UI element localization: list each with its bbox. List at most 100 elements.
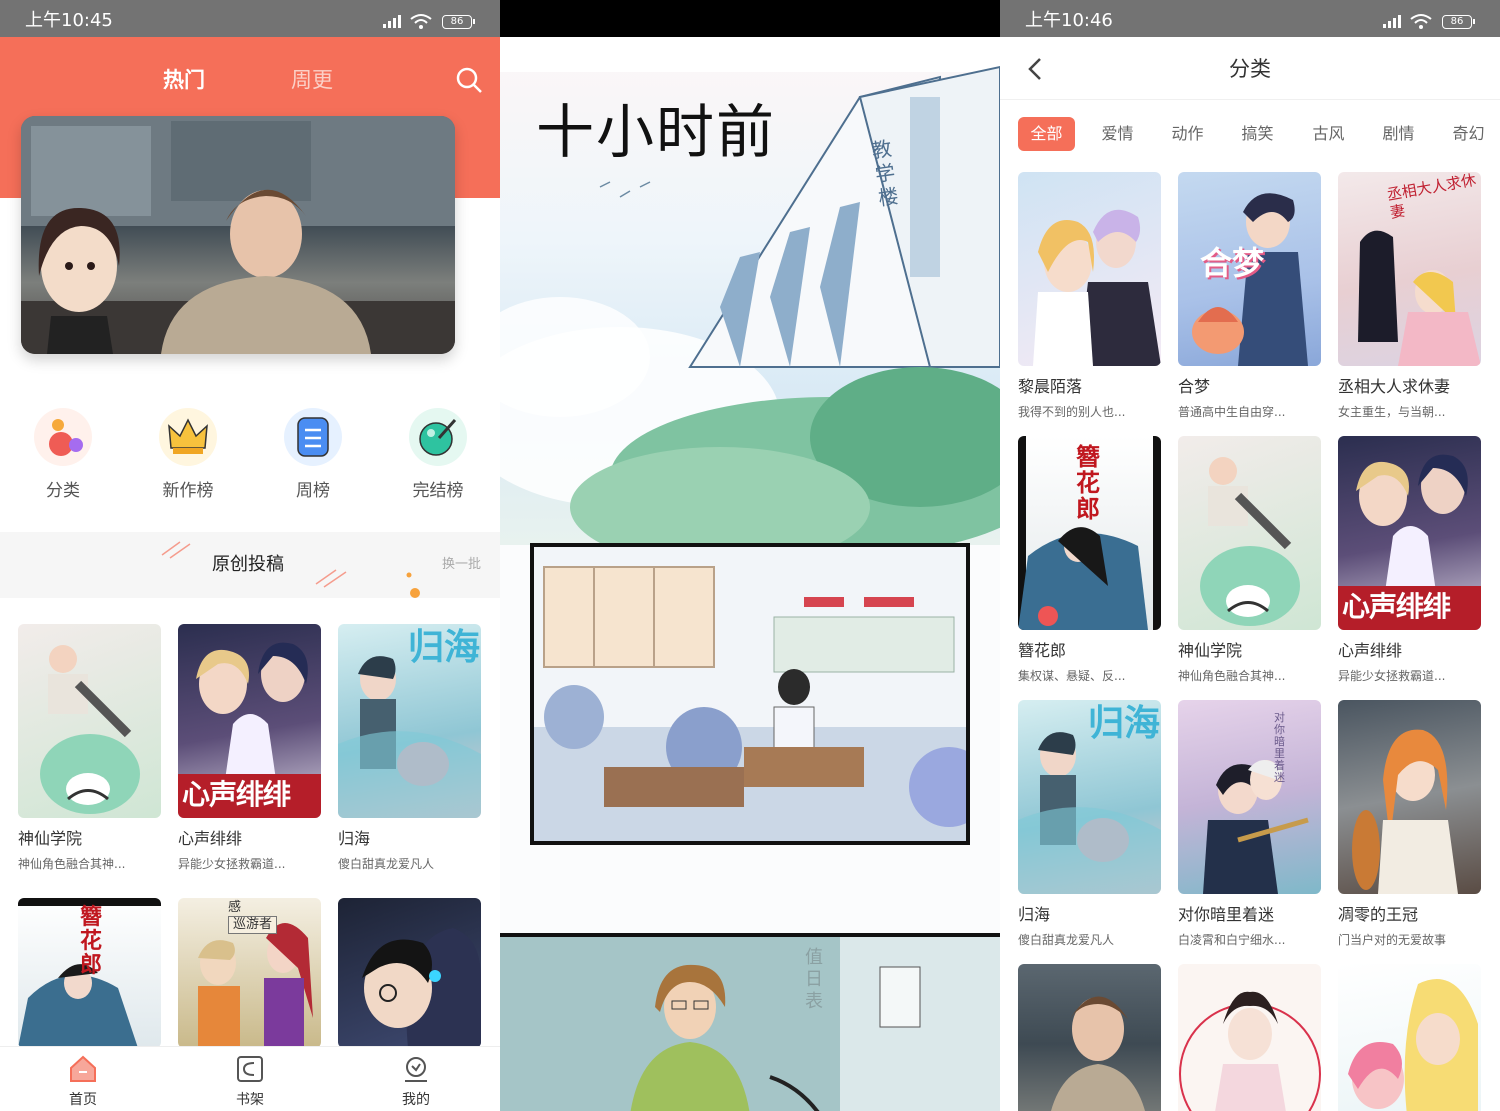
search-icon[interactable]: [455, 66, 483, 98]
comic-desc: 神仙角色融合其神...: [1178, 669, 1286, 683]
comic-cover[interactable]: [1178, 964, 1321, 1111]
comic-cover[interactable]: 合梦: [1178, 172, 1321, 366]
chip-comedy[interactable]: 搞笑: [1230, 117, 1285, 151]
cover-title-text: 簪花郎: [79, 905, 102, 978]
cover-title-text: 簪花郎: [1076, 443, 1100, 523]
status-time: 上午10:46: [1025, 10, 1113, 31]
comic-cover[interactable]: 心声绯绯: [1338, 436, 1481, 630]
category-titlebar: 分类: [1000, 37, 1500, 100]
banner-carousel[interactable]: [21, 116, 455, 354]
crown-icon: [159, 408, 217, 466]
home-icon: [43, 1055, 123, 1087]
chip-romance[interactable]: 爱情: [1090, 117, 1145, 151]
comic-desc: 异能少女拯救霸道...: [1338, 669, 1446, 683]
cover-title-text: 感: [228, 900, 242, 915]
cover-title-text: 归海: [408, 627, 481, 668]
comic-cover[interactable]: 心声绯绯: [178, 624, 321, 818]
comic-cover[interactable]: 感 巡游者: [178, 898, 321, 1048]
reader-top-bar: [500, 0, 1000, 37]
chip-all[interactable]: 全部: [1018, 117, 1075, 151]
comic-title[interactable]: 丞相大人求休妻: [1338, 377, 1450, 397]
cover-subtitle-text: 巡游者: [228, 916, 278, 934]
nav-bookshelf[interactable]: 书架: [210, 1047, 290, 1109]
section-title: 原创投稿: [212, 554, 284, 575]
chip-drama[interactable]: 剧情: [1371, 117, 1426, 151]
battery-indicator: 86: [442, 15, 475, 29]
comic-cover[interactable]: [1338, 700, 1481, 894]
comic-panel-teacher: 值日表: [500, 933, 1000, 1111]
panel-caption: 十小时前: [536, 98, 777, 166]
nav-profile-label: 我的: [402, 1092, 430, 1108]
weekly-ranking-label: 周榜: [296, 481, 330, 501]
profile-icon: [376, 1055, 456, 1087]
status-bar: 上午10:45 86: [0, 0, 500, 37]
chip-action[interactable]: 动作: [1160, 117, 1215, 151]
comic-cover[interactable]: [338, 898, 481, 1048]
page-title: 分类: [1229, 57, 1271, 81]
weekly-ranking-entry[interactable]: 周榜: [273, 408, 353, 502]
wifi-icon: [410, 13, 432, 34]
original-section-header: 原创投稿 换一批: [0, 532, 500, 598]
comic-cover[interactable]: [18, 624, 161, 818]
comic-desc: 女主重生，与当朝...: [1338, 405, 1446, 419]
comic-cover[interactable]: 簪花郎: [18, 898, 161, 1048]
finished-ranking-entry[interactable]: 完结榜: [398, 408, 478, 502]
chip-fantasy[interactable]: 奇幻: [1441, 117, 1496, 151]
comic-desc: 白凌霄和白宁细水...: [1178, 933, 1286, 947]
category-label: 分类: [46, 481, 80, 501]
reader-screen[interactable]: 十小时前 教学楼 值日表: [500, 0, 1000, 1111]
comic-cover[interactable]: 丞相大人求休妻: [1338, 172, 1481, 366]
comic-title[interactable]: 心声绯绯: [1338, 641, 1402, 661]
category-icon: [34, 408, 92, 466]
comic-desc: 异能少女拯救霸道...: [178, 857, 286, 871]
refresh-button[interactable]: 换一批: [442, 557, 481, 573]
comic-cover[interactable]: [1178, 436, 1321, 630]
tab-hot[interactable]: 热门: [163, 66, 205, 94]
comic-cover[interactable]: 归海: [1018, 700, 1161, 894]
cover-title-text: 归海: [1088, 703, 1161, 744]
comic-cover[interactable]: 归海: [338, 624, 481, 818]
finished-ranking-label: 完结榜: [412, 481, 464, 501]
comic-cover[interactable]: [1018, 964, 1161, 1111]
cover-title-text: 心声绯绯: [1342, 590, 1451, 623]
comic-title[interactable]: 凋零的王冠: [1338, 905, 1418, 925]
comic-title[interactable]: 神仙学院: [1178, 641, 1242, 661]
signal-icon: [1382, 13, 1404, 34]
bottom-nav: 首页 书架 我的: [0, 1046, 500, 1111]
category-entry[interactable]: 分类: [23, 408, 103, 502]
comic-desc: 普通高中生自由穿...: [1178, 405, 1286, 419]
bookshelf-icon: [210, 1055, 290, 1087]
brush-icon: [409, 408, 467, 466]
comic-title[interactable]: 归海: [338, 829, 370, 849]
duty-sign: 值日表: [805, 947, 823, 1012]
comic-cover[interactable]: 对你暗里着迷: [1178, 700, 1321, 894]
tab-weekly[interactable]: 周更: [291, 66, 333, 94]
comic-desc: 门当户对的无爱故事: [1338, 933, 1447, 947]
chip-ancient[interactable]: 古风: [1301, 117, 1356, 151]
nav-home-label: 首页: [69, 1092, 97, 1108]
status-time: 上午10:45: [25, 10, 113, 31]
cover-title-text: 合梦: [1200, 244, 1265, 282]
comic-title[interactable]: 合梦: [1178, 377, 1210, 397]
cover-title-text: 心声绯绯: [182, 778, 291, 811]
comic-panel-classroom: [530, 543, 970, 845]
new-ranking-label: 新作榜: [162, 481, 214, 501]
nav-profile[interactable]: 我的: [376, 1047, 456, 1109]
comic-title[interactable]: 簪花郎: [1018, 641, 1066, 661]
comic-panel-building: 十小时前 教学楼: [500, 37, 1000, 545]
comic-cover[interactable]: [1018, 172, 1161, 366]
wifi-icon: [1410, 13, 1432, 34]
comic-cover[interactable]: 簪花郎: [1018, 436, 1161, 630]
comic-desc: 傻白甜真龙爱凡人: [1018, 933, 1115, 947]
comic-cover[interactable]: [1338, 964, 1481, 1111]
category-screen: 上午10:46 86 分类 全部 爱情 动作 搞笑 古风 剧情 奇幻 黎晨陌落 …: [1000, 0, 1500, 1111]
nav-bookshelf-label: 书架: [236, 1092, 264, 1108]
comic-title[interactable]: 心声绯绯: [178, 829, 242, 849]
comic-title[interactable]: 神仙学院: [18, 829, 82, 849]
comic-title[interactable]: 归海: [1018, 905, 1050, 925]
comic-title[interactable]: 对你暗里着迷: [1178, 905, 1274, 925]
nav-home[interactable]: 首页: [43, 1047, 123, 1109]
new-ranking-entry[interactable]: 新作榜: [148, 408, 228, 502]
status-bar: 上午10:46 86: [1000, 0, 1500, 37]
comic-title[interactable]: 黎晨陌落: [1018, 377, 1082, 397]
